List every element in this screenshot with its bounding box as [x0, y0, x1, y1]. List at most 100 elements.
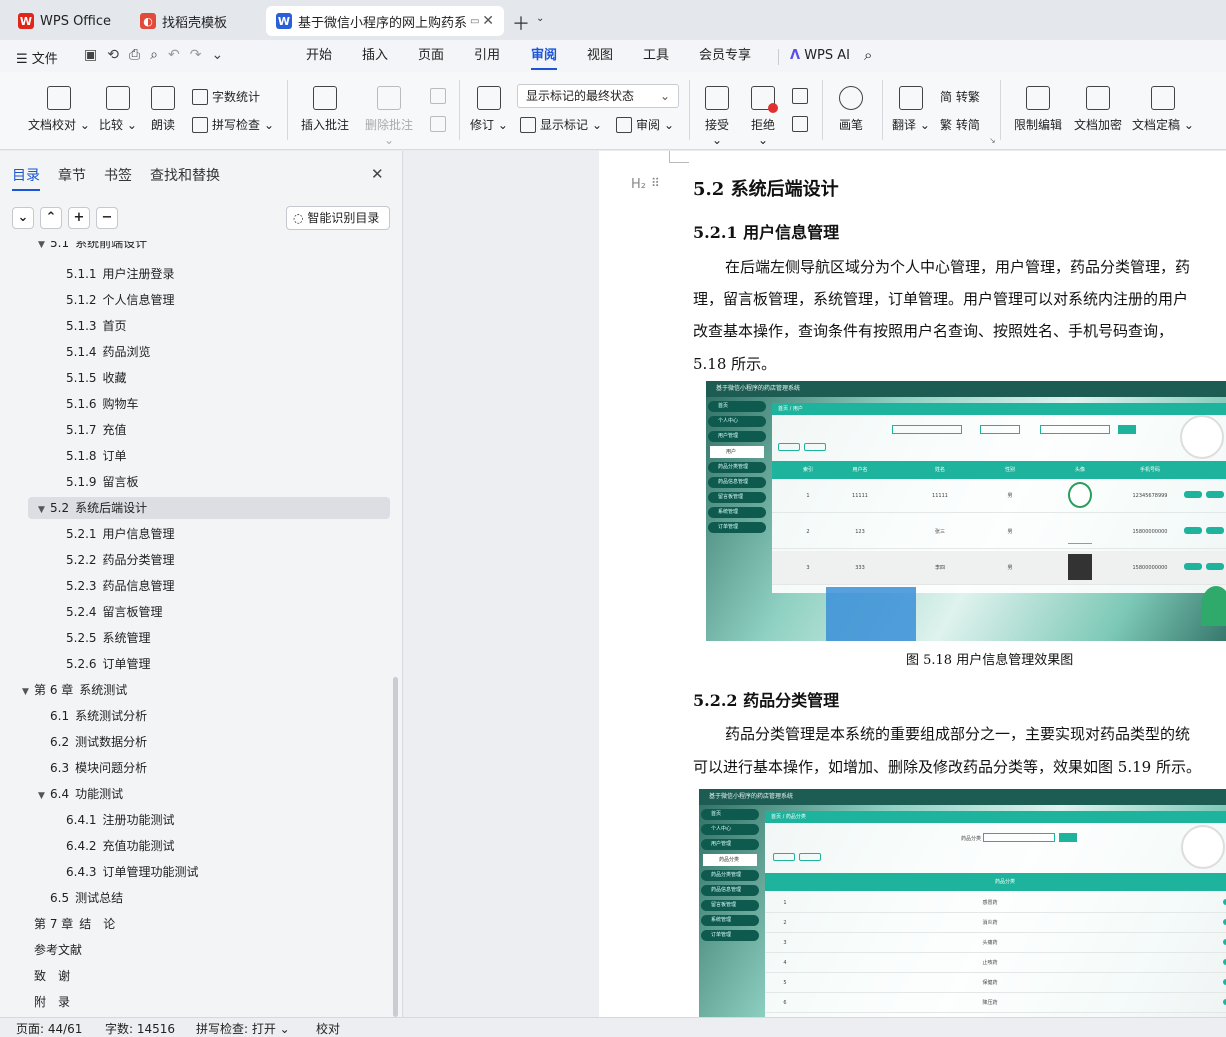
- close-tab-icon[interactable]: ✕: [482, 13, 494, 29]
- print-icon[interactable]: ⎙: [129, 47, 150, 63]
- menu-review[interactable]: 审阅: [531, 40, 558, 72]
- prev-change-button[interactable]: [792, 88, 808, 104]
- caret-down-icon[interactable]: ▼: [22, 681, 34, 703]
- expand-icon[interactable]: ↘: [989, 136, 996, 145]
- collapse-all-icon[interactable]: ⌃: [40, 207, 62, 229]
- tab-chapters[interactable]: 章节: [58, 165, 86, 185]
- accept-button[interactable]: 接受 ⌄: [700, 86, 734, 147]
- undo-icon[interactable]: ↶: [168, 47, 190, 63]
- to-traditional-button[interactable]: 简 转繁: [940, 88, 980, 105]
- menu-tools[interactable]: 工具: [643, 40, 669, 72]
- read-aloud-button[interactable]: 朗读: [148, 86, 178, 133]
- toc-item[interactable]: ▼ 6.4 功能测试: [0, 783, 390, 805]
- encrypt-button[interactable]: 文档加密: [1072, 86, 1124, 133]
- reject-button[interactable]: 拒绝 ⌄: [746, 86, 780, 147]
- toc-item[interactable]: ▼ 5.1 系统前端设计: [0, 241, 390, 255]
- tab-toc[interactable]: 目录: [12, 165, 40, 191]
- toc-item[interactable]: 致 谢: [0, 965, 390, 987]
- review-pane-button[interactable]: 审阅 ⌄: [616, 116, 674, 133]
- add-heading-icon[interactable]: +: [68, 207, 90, 229]
- translate-button[interactable]: 翻译 ⌄: [892, 86, 930, 133]
- tab-template[interactable]: ◐ 找稻壳模板: [130, 6, 260, 36]
- toc-item[interactable]: 5.2.3 药品信息管理: [0, 575, 390, 597]
- prev-comment-button[interactable]: [430, 88, 446, 104]
- toc-item[interactable]: 参考文献: [0, 939, 390, 961]
- close-pane-icon[interactable]: ✕: [371, 165, 384, 183]
- toc-item[interactable]: ▼ 第 6 章系统测试: [0, 679, 390, 701]
- caret-down-icon[interactable]: ▼: [38, 241, 50, 250]
- wps-ai-button[interactable]: Λ WPS AI: [790, 48, 850, 63]
- file-menu[interactable]: ☰ 文件: [16, 48, 58, 67]
- spell-check-button[interactable]: 拼写检查 ⌄: [192, 116, 274, 133]
- markup-state-select[interactable]: 显示标记的最终状态 ⌄: [517, 84, 679, 108]
- share-icon[interactable]: ⟲: [107, 47, 129, 63]
- word-count-indicator[interactable]: 字数: 14516: [105, 1020, 175, 1037]
- spell-check-toggle[interactable]: 拼写检查: 打开 ⌄: [196, 1020, 290, 1037]
- toc-item[interactable]: 6.1 系统测试分析: [0, 705, 390, 727]
- toc-item[interactable]: 5.1.7 充值: [0, 419, 390, 441]
- toc-item[interactable]: 5.2.1 用户信息管理: [0, 523, 390, 545]
- toc-item[interactable]: 附 录: [0, 991, 390, 1013]
- pen-button[interactable]: 画笔: [836, 86, 866, 133]
- finalize-button[interactable]: 文档定稿 ⌄: [1132, 86, 1194, 133]
- toc-item[interactable]: 5.1.2 个人信息管理: [0, 289, 390, 311]
- drag-handle-icon[interactable]: ⠿: [651, 176, 660, 190]
- caret-down-icon[interactable]: ▼: [38, 499, 50, 521]
- toc-item[interactable]: 5.2.6 订单管理: [0, 653, 390, 675]
- next-comment-button[interactable]: [430, 116, 446, 132]
- toc-item[interactable]: 5.1.1 用户注册登录: [0, 263, 390, 285]
- toc-item[interactable]: 5.2.5 系统管理: [0, 627, 390, 649]
- next-change-button[interactable]: [792, 116, 808, 132]
- menu-home[interactable]: 开始: [306, 40, 332, 72]
- delete-comment-button[interactable]: 删除批注 ⌄: [360, 86, 418, 147]
- proofread-button[interactable]: 校对: [316, 1020, 340, 1037]
- insert-comment-button[interactable]: 插入批注: [298, 86, 352, 133]
- tab-find-replace[interactable]: 查找和替换: [150, 165, 220, 185]
- more-icon[interactable]: ⌄: [211, 47, 233, 63]
- toc-item[interactable]: 5.1.6 购物车: [0, 393, 390, 415]
- menu-reference[interactable]: 引用: [474, 40, 500, 72]
- smart-toc-button[interactable]: ◌ 智能识别目录: [286, 206, 390, 230]
- menu-member[interactable]: 会员专享: [699, 40, 751, 72]
- menu-page[interactable]: 页面: [418, 40, 444, 72]
- toc-item[interactable]: 5.1.3 首页: [0, 315, 390, 337]
- print-preview-icon[interactable]: ⌕: [150, 47, 168, 63]
- toc-item[interactable]: 5.1.5 收藏: [0, 367, 390, 389]
- expand-all-icon[interactable]: ⌄: [12, 207, 34, 229]
- sidebar-scrollbar[interactable]: [393, 677, 398, 1017]
- toc-item[interactable]: 6.4.1 注册功能测试: [0, 809, 390, 831]
- toc-item[interactable]: 5.1.4 药品浏览: [0, 341, 390, 363]
- tab-wps-office[interactable]: W WPS Office: [8, 6, 124, 36]
- search-icon[interactable]: ⌕: [864, 46, 872, 64]
- caret-down-icon[interactable]: ▼: [38, 785, 50, 807]
- heading-level-marker[interactable]: H₂: [631, 177, 646, 192]
- toc-item[interactable]: 5.2.2 药品分类管理: [0, 549, 390, 571]
- redo-icon[interactable]: ↷: [190, 47, 212, 63]
- toc-item[interactable]: 第 7 章结 论: [0, 913, 390, 935]
- toc-item[interactable]: ▼ 5.2 系统后端设计: [28, 497, 390, 519]
- page-indicator[interactable]: 页面: 44/61: [16, 1020, 82, 1037]
- tab-document[interactable]: W 基于微信小程序的网上购药系 ▭ ✕: [266, 6, 504, 36]
- toc-item[interactable]: 6.3 模块问题分析: [0, 757, 390, 779]
- toc-item[interactable]: 5.1.9 留言板: [0, 471, 390, 493]
- revise-button[interactable]: 修订 ⌄: [470, 86, 508, 133]
- toc-item[interactable]: 5.1.8 订单: [0, 445, 390, 467]
- menu-view[interactable]: 视图: [587, 40, 613, 72]
- doc-check-button[interactable]: 文档校对 ⌄: [28, 86, 90, 133]
- to-simplified-button[interactable]: 繁 转简: [940, 116, 980, 133]
- toc-item[interactable]: 6.4.3 订单管理功能测试: [0, 861, 390, 883]
- new-tab-icon[interactable]: ＋: [512, 10, 530, 36]
- menu-insert[interactable]: 插入: [362, 40, 388, 72]
- restrict-edit-button[interactable]: 限制编辑: [1012, 86, 1064, 133]
- toc-item[interactable]: 6.5 测试总结: [0, 887, 390, 909]
- chevron-down-icon[interactable]: ⌄: [536, 13, 544, 24]
- save-icon[interactable]: ▣: [84, 47, 107, 63]
- remove-heading-icon[interactable]: −: [96, 207, 118, 229]
- tab-bookmarks[interactable]: 书签: [104, 165, 132, 185]
- toc-item[interactable]: 5.2.4 留言板管理: [0, 601, 390, 623]
- toc-item[interactable]: 6.2 测试数据分析: [0, 731, 390, 753]
- compare-button[interactable]: 比较 ⌄: [98, 86, 138, 133]
- word-count-button[interactable]: 字数统计: [192, 88, 260, 105]
- toc-item[interactable]: 6.4.2 充值功能测试: [0, 835, 390, 857]
- show-markup-button[interactable]: 显示标记 ⌄: [520, 116, 602, 133]
